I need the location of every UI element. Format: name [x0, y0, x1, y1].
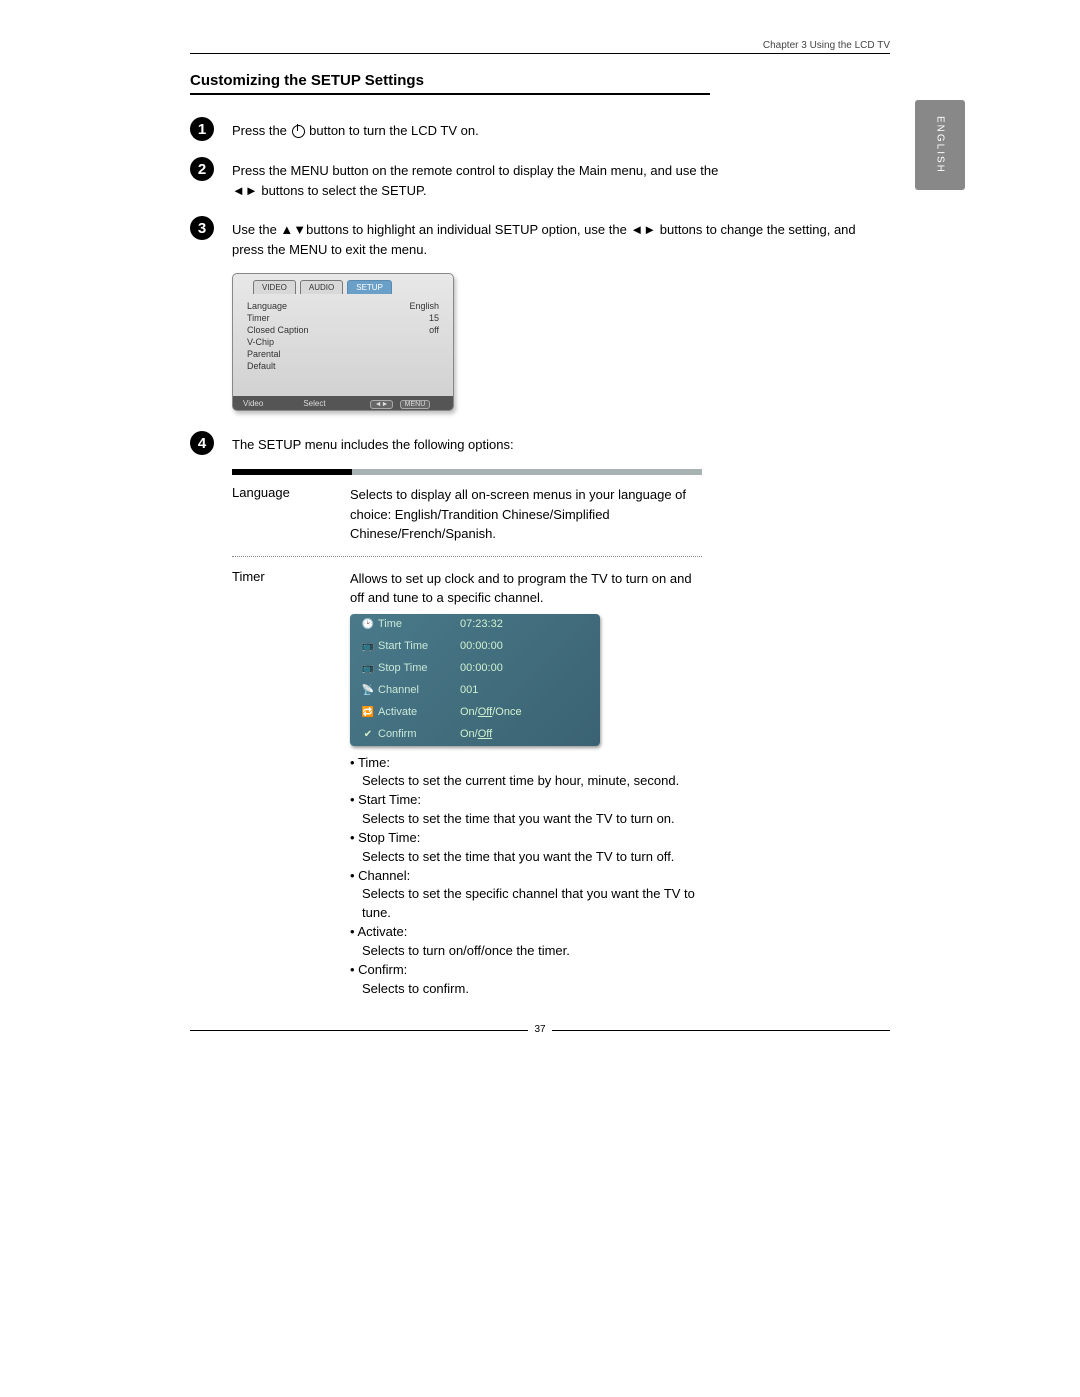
timer-bullets: Time:Selects to set the current time by … [350, 754, 702, 999]
page-footer: 37 [190, 1030, 890, 1042]
tv-icon: 📺 [358, 639, 378, 654]
option-label: Timer [232, 569, 350, 999]
option-row-timer: Timer Allows to set up clock and to prog… [232, 569, 702, 1011]
step-3: 3 Use the ▲▼buttons to highlight an indi… [190, 214, 890, 259]
options-header-bar [232, 469, 702, 475]
language-side-tab: ENGLISH [915, 100, 965, 190]
step-1-text: Press the button to turn the LCD TV on. [232, 115, 890, 141]
step-number-1: 1 [190, 117, 214, 141]
osd-foot-pill: ◄► [370, 400, 394, 409]
language-side-tab-label: ENGLISH [935, 116, 946, 174]
option-desc: Selects to display all on-screen menus i… [350, 485, 702, 544]
channel-icon: 📡 [358, 683, 378, 698]
title-underline [190, 93, 710, 95]
step-2-text: Press the MENU button on the remote cont… [232, 155, 890, 200]
osd-row: Timer15 [247, 312, 439, 324]
step-3-text: Use the ▲▼buttons to highlight an indivi… [232, 214, 890, 259]
option-label: Language [232, 485, 350, 544]
header-rule [190, 53, 890, 54]
osd-row: V-Chip [247, 336, 439, 348]
step-number-2: 2 [190, 157, 214, 181]
osd-row: Default [247, 360, 439, 372]
chapter-header: Chapter 3 Using the LCD TV [190, 40, 890, 53]
power-icon [292, 125, 305, 138]
step-number-3: 3 [190, 216, 214, 240]
left-right-arrows-icon: ◄► [232, 183, 258, 198]
osd-row: LanguageEnglish [247, 300, 439, 312]
step-4-text: The SETUP menu includes the following op… [232, 429, 890, 455]
step-4: 4 The SETUP menu includes the following … [190, 429, 890, 455]
setup-osd-mock: VIDEO AUDIO SETUP LanguageEnglish Timer1… [232, 273, 454, 411]
osd-tab-audio: AUDIO [300, 280, 343, 294]
osd-foot-pill: MENU [400, 400, 431, 409]
left-right-arrows-icon: ◄► [630, 222, 656, 237]
option-desc: Allows to set up clock and to program th… [350, 569, 702, 999]
osd-footer: Video Select ◄► MENU [233, 396, 453, 410]
up-down-arrows-icon: ▲▼ [280, 222, 306, 237]
clock-icon: 🕑 [358, 617, 378, 632]
activate-icon: 🔁 [358, 705, 378, 720]
options-block: Language Selects to display all on-scree… [232, 469, 702, 1010]
page-number: 37 [528, 1024, 551, 1035]
step-1: 1 Press the button to turn the LCD TV on… [190, 115, 890, 141]
option-row-language: Language Selects to display all on-scree… [232, 485, 702, 557]
page-title: Customizing the SETUP Settings [190, 72, 890, 89]
osd-tab-video: VIDEO [253, 280, 296, 294]
osd-tab-setup: SETUP [347, 280, 392, 294]
step-2: 2 Press the MENU button on the remote co… [190, 155, 890, 200]
step-number-4: 4 [190, 431, 214, 455]
timer-osd-mock: 🕑Time07:23:32 📺Start Time00:00:00 📺Stop … [350, 614, 600, 746]
manual-page: Chapter 3 Using the LCD TV ENGLISH Custo… [190, 0, 890, 1102]
osd-row: Closed Captionoff [247, 324, 439, 336]
tv-icon: 📺 [358, 661, 378, 676]
osd-row: Parental [247, 348, 439, 360]
confirm-icon: ✔ [358, 727, 378, 742]
